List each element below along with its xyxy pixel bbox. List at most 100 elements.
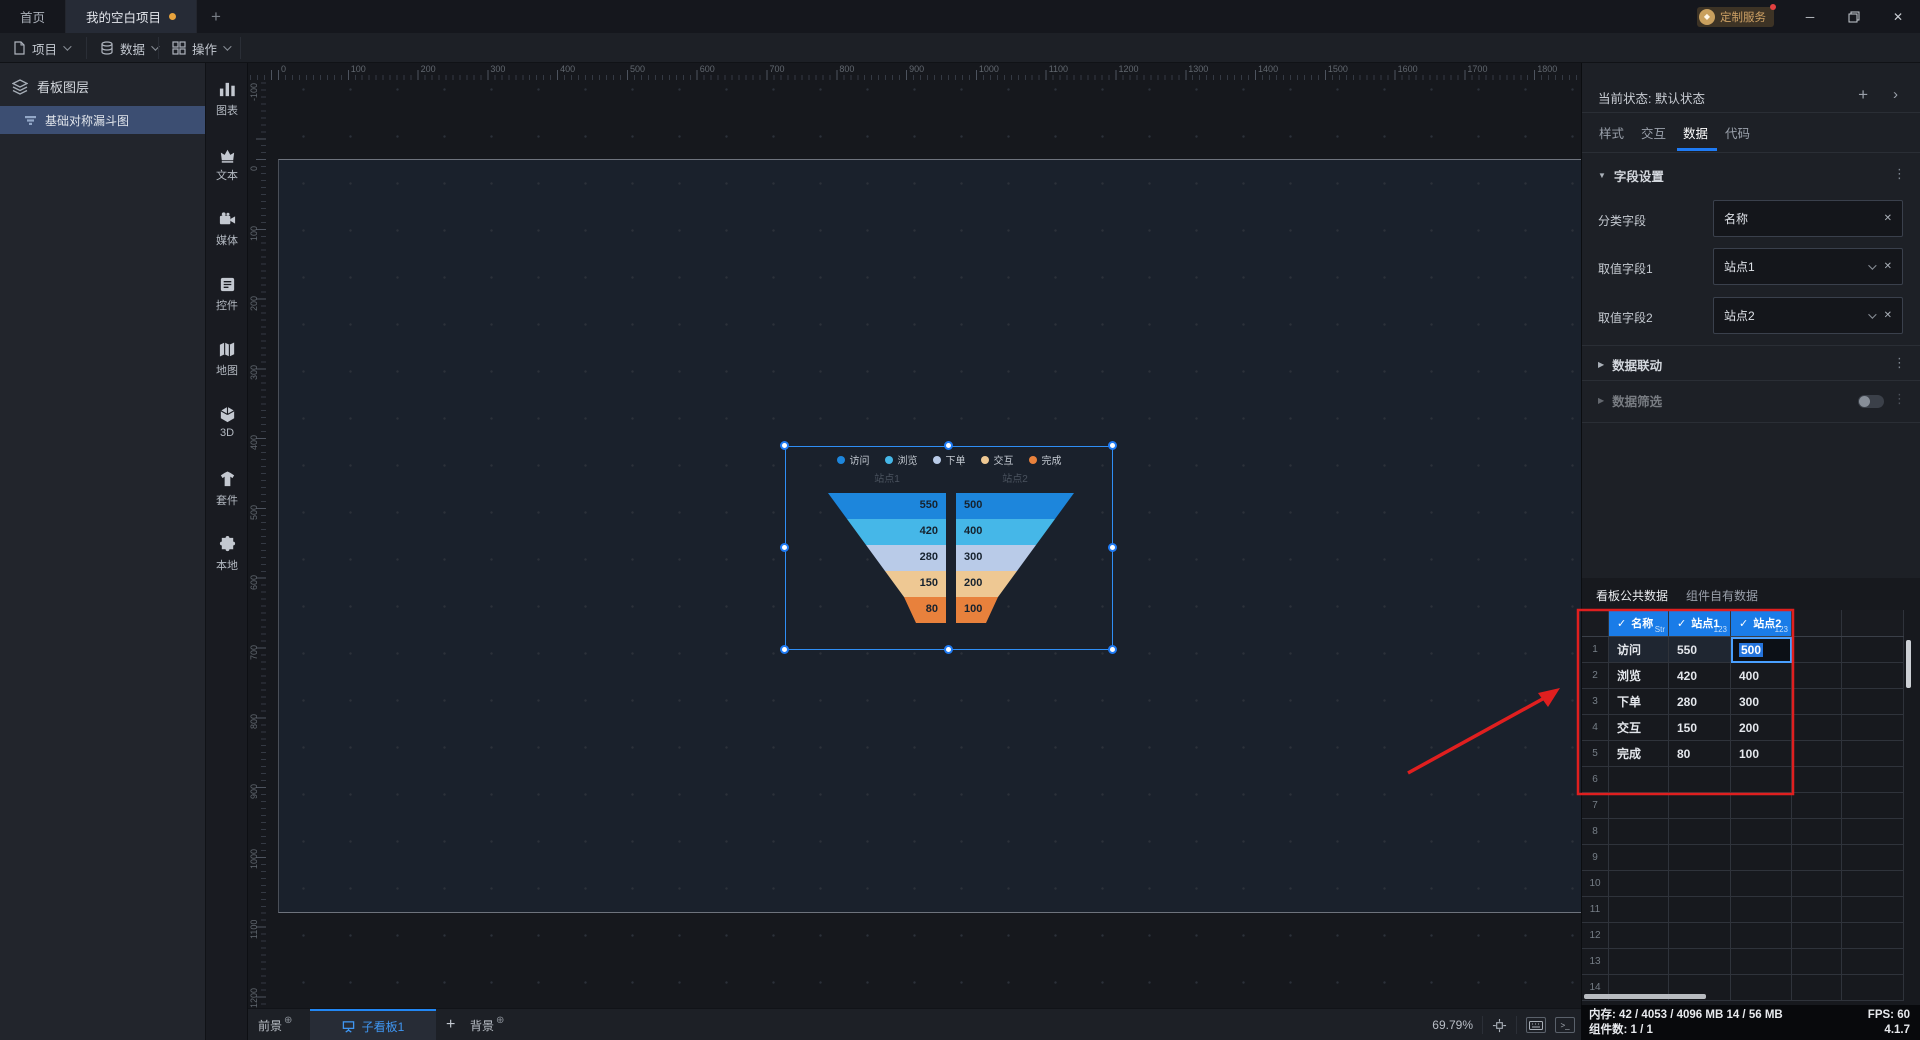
shortcut-keys-icon[interactable] xyxy=(1526,1017,1546,1033)
clear-icon[interactable]: ✕ xyxy=(1884,213,1892,224)
table-cell[interactable] xyxy=(1609,897,1669,922)
table-cell[interactable] xyxy=(1731,845,1792,870)
table-cell[interactable] xyxy=(1731,819,1792,844)
table-cell[interactable]: 交互 xyxy=(1609,715,1669,740)
data-filter-toggle[interactable] xyxy=(1858,395,1884,408)
field-input-value2[interactable]: 站点2 ✕ xyxy=(1713,297,1903,334)
table-cell-empty[interactable] xyxy=(1792,637,1842,662)
column-header-empty[interactable] xyxy=(1842,610,1904,636)
table-cell[interactable] xyxy=(1669,871,1731,896)
kebab-menu-icon[interactable]: ⋮ xyxy=(1893,391,1906,407)
table-cell-empty[interactable] xyxy=(1792,715,1842,740)
zoom-level[interactable]: 69.79% xyxy=(1432,1018,1473,1032)
legend-item[interactable]: 交互 xyxy=(980,452,1014,467)
selection-handle[interactable] xyxy=(944,441,953,450)
table-cell[interactable]: 下单 xyxy=(1609,689,1669,714)
minimize-button[interactable]: ─ xyxy=(1788,0,1832,33)
table-cell[interactable] xyxy=(1669,845,1731,870)
selection-handle[interactable] xyxy=(780,645,789,654)
editing-cell[interactable]: 500 xyxy=(1731,637,1792,663)
table-cell[interactable] xyxy=(1669,897,1731,922)
table-cell-empty[interactable] xyxy=(1792,975,1842,1000)
table-cell[interactable] xyxy=(1731,923,1792,948)
table-cell-empty[interactable] xyxy=(1842,689,1904,714)
new-tab-button[interactable]: + xyxy=(197,0,235,33)
table-cell[interactable]: 200 xyxy=(1731,715,1792,740)
table-cell[interactable] xyxy=(1609,819,1669,844)
tool-media[interactable]: 媒体 xyxy=(206,210,248,268)
table-cell[interactable] xyxy=(1731,767,1792,792)
background-button[interactable]: 背景 ⊕ xyxy=(470,1009,504,1040)
table-cell-empty[interactable] xyxy=(1792,897,1842,922)
funnel-chart-component[interactable]: 访问 浏览 下单 交互 完成 站点1 站点2 550 420 280 150 80 500 400… xyxy=(785,446,1113,650)
table-cell[interactable]: 访问 xyxy=(1609,637,1669,662)
menu-project[interactable]: 项目 xyxy=(12,33,72,63)
table-cell-empty[interactable] xyxy=(1842,637,1904,662)
table-cell[interactable] xyxy=(1609,767,1669,792)
table-cell[interactable]: 100 xyxy=(1731,741,1792,766)
tab-interaction[interactable]: 交互 xyxy=(1641,123,1666,142)
fit-screen-icon[interactable] xyxy=(1492,1018,1507,1033)
tool-cube-3d[interactable]: 3D xyxy=(206,405,248,463)
menu-operations[interactable]: 操作 xyxy=(172,33,232,63)
close-button[interactable]: ✕ xyxy=(1876,0,1920,33)
table-cell-empty[interactable] xyxy=(1842,793,1904,818)
add-state-button[interactable]: + xyxy=(1858,85,1868,105)
tool-text[interactable]: 文本 xyxy=(206,145,248,203)
clear-icon[interactable]: ✕ xyxy=(1884,310,1892,321)
table-cell-empty[interactable] xyxy=(1792,793,1842,818)
table-cell-empty[interactable] xyxy=(1842,949,1904,974)
tool-map[interactable]: 地图 xyxy=(206,340,248,398)
table-cell-empty[interactable] xyxy=(1792,741,1842,766)
chevron-down-icon[interactable] xyxy=(1867,309,1877,319)
tool-widget[interactable]: 控件 xyxy=(206,275,248,333)
legend-item[interactable]: 浏览 xyxy=(884,452,918,467)
table-cell-empty[interactable] xyxy=(1792,949,1842,974)
table-cell-empty[interactable] xyxy=(1792,923,1842,948)
section-data-filter[interactable]: ▶ 数据筛选 xyxy=(1598,391,1662,410)
table-cell[interactable]: 300 xyxy=(1731,689,1792,714)
kebab-menu-icon[interactable]: ⋮ xyxy=(1893,355,1906,371)
console-icon[interactable]: >_ xyxy=(1555,1017,1575,1033)
table-cell[interactable]: 280 xyxy=(1669,689,1731,714)
table-cell-empty[interactable] xyxy=(1842,975,1904,1000)
column-header-empty[interactable] xyxy=(1792,610,1842,636)
column-header[interactable]: ✓ 站点2 123 xyxy=(1731,610,1792,636)
table-cell[interactable] xyxy=(1731,975,1792,1000)
tab-style[interactable]: 样式 xyxy=(1599,123,1624,142)
tab-common-data[interactable]: 看板公共数据 xyxy=(1596,587,1668,604)
table-cell-empty[interactable] xyxy=(1842,871,1904,896)
table-cell[interactable] xyxy=(1609,923,1669,948)
chevron-down-icon[interactable] xyxy=(1867,260,1877,270)
table-cell[interactable] xyxy=(1669,793,1731,818)
tab-code[interactable]: 代码 xyxy=(1725,123,1750,142)
kebab-menu-icon[interactable]: ⋮ xyxy=(1893,166,1906,182)
column-header[interactable]: ✓ 名称 Str xyxy=(1609,610,1669,636)
table-cell-empty[interactable] xyxy=(1842,897,1904,922)
table-cell[interactable] xyxy=(1731,897,1792,922)
field-input-category[interactable]: 名称 ✕ xyxy=(1713,200,1903,237)
tab-own-data[interactable]: 组件自有数据 xyxy=(1686,587,1758,604)
table-cell-empty[interactable] xyxy=(1792,663,1842,688)
layer-item-funnel[interactable]: 基础对称漏斗图 xyxy=(0,106,205,134)
table-cell[interactable]: 浏览 xyxy=(1609,663,1669,688)
selection-handle[interactable] xyxy=(944,645,953,654)
table-cell-empty[interactable] xyxy=(1842,715,1904,740)
table-cell[interactable]: 420 xyxy=(1669,663,1731,688)
table-cell[interactable] xyxy=(1731,871,1792,896)
table-cell[interactable] xyxy=(1669,949,1731,974)
table-cell-empty[interactable] xyxy=(1842,741,1904,766)
custom-service-badge[interactable]: ◆ 定制服务 xyxy=(1697,3,1776,27)
tab-project[interactable]: 我的空白项目 xyxy=(66,0,198,33)
table-cell[interactable] xyxy=(1609,845,1669,870)
table-cell[interactable] xyxy=(1669,767,1731,792)
table-cell[interactable] xyxy=(1609,871,1669,896)
field-input-value1[interactable]: 站点1 ✕ xyxy=(1713,248,1903,285)
board-tab-active[interactable]: 子看板1 xyxy=(310,1009,436,1040)
tool-kit[interactable]: 套件 xyxy=(206,470,248,528)
maximize-button[interactable] xyxy=(1832,0,1876,33)
table-cell-empty[interactable] xyxy=(1842,923,1904,948)
table-cell-empty[interactable] xyxy=(1792,767,1842,792)
selection-handle[interactable] xyxy=(1108,441,1117,450)
legend-item[interactable]: 下单 xyxy=(932,452,966,467)
